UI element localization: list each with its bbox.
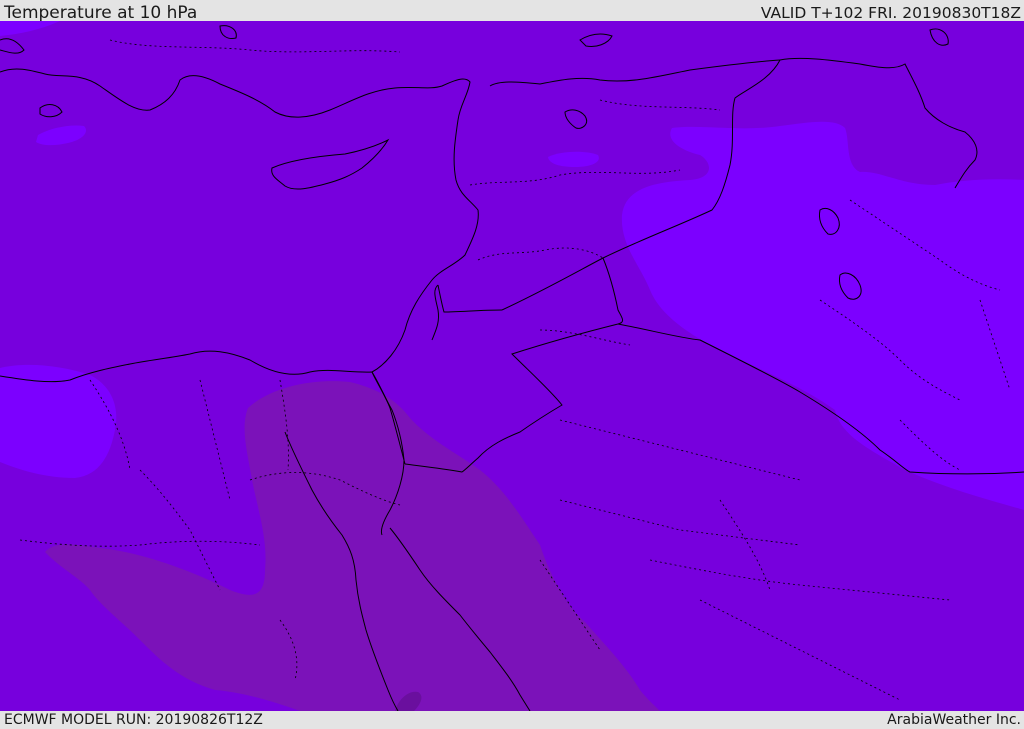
footer-bar: ECMWF MODEL RUN: 20190826T12Z ArabiaWeat…	[0, 711, 1024, 729]
model-run-label: ECMWF MODEL RUN: 20190826T12Z	[4, 712, 263, 728]
valid-time: VALID T+102 FRI. 20190830T18Z	[760, 3, 1021, 22]
map-title: Temperature at 10 hPa	[4, 2, 198, 23]
credit-label: ArabiaWeather Inc.	[887, 712, 1021, 728]
header-bar: Temperature at 10 hPa VALID T+102 FRI. 2…	[0, 0, 1024, 23]
temperature-map[interactable]	[0, 21, 1024, 711]
map-viewer: Temperature at 10 hPa VALID T+102 FRI. 2…	[0, 0, 1024, 729]
